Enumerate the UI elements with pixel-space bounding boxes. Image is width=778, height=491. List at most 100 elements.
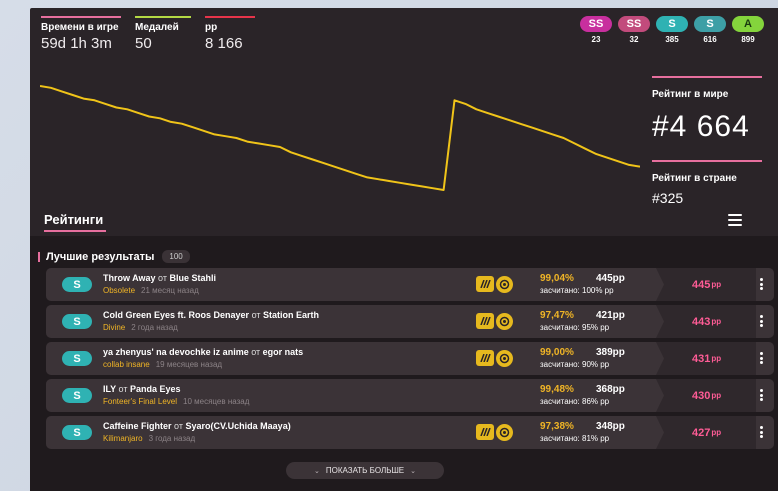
mod-hidden-icon: [476, 350, 494, 366]
more-options-icon[interactable]: [760, 426, 763, 438]
grade-sh: S 385: [656, 16, 688, 44]
score-accuracy: 99,48% 368pp засчитано: 86% pp: [540, 384, 650, 406]
rank-country: Рейтинг в стране #325: [652, 160, 762, 206]
mod-double-time-icon: [496, 276, 513, 293]
rank-world-value: #4 664: [652, 110, 750, 143]
grade-ss: SS 32: [618, 16, 650, 44]
raw-pp: 445pp: [596, 273, 625, 284]
show-more-button[interactable]: ⌄ ПОКАЗАТЬ БОЛЬШЕ ⌄: [286, 462, 444, 479]
beatmap-title[interactable]: Cold Green Eyes ft. Roos Denayer: [103, 310, 249, 320]
accuracy-value: 97,38%: [540, 421, 574, 432]
score-accuracy: 97,38% 348pp засчитано: 81% pp: [540, 421, 650, 443]
best-scores-header: Лучшие результаты 100: [38, 250, 190, 263]
grade-count: 899: [741, 35, 755, 44]
score-info: Cold Green Eyes ft. Roos Denayer от Stat…: [103, 310, 319, 332]
score-accuracy: 97,47% 421pp засчитано: 95% pp: [540, 310, 650, 332]
pp-unit: pp: [711, 317, 722, 326]
weighted-pp: 445 pp: [656, 268, 756, 301]
score-grade-badge: S: [62, 351, 92, 366]
mod-hidden-icon: [476, 276, 494, 292]
weighted-pp: 430 pp: [656, 379, 756, 412]
grade-count: 32: [629, 35, 639, 44]
score-info: Caffeine Fighter от Syaro(CV.Uchida Maay…: [103, 421, 291, 443]
stat-bar: [41, 16, 121, 18]
accuracy-value: 99,04%: [540, 273, 574, 284]
beatmap-title[interactable]: Throw Away: [103, 273, 156, 283]
pp-unit: pp: [711, 354, 722, 363]
grade-badge: SS: [580, 16, 612, 32]
weighted-pp: 431 pp: [656, 342, 756, 375]
mod-double-time-icon: [496, 424, 513, 441]
mods: [476, 350, 513, 367]
grade-count: 385: [665, 35, 679, 44]
score-grade-badge: S: [62, 425, 92, 440]
score-grade-badge: S: [62, 388, 92, 403]
stat-medals: Медалей 50: [135, 16, 191, 52]
beatmap-title[interactable]: ILY: [103, 384, 116, 394]
by-label: от: [174, 421, 183, 431]
more-options-icon[interactable]: [760, 278, 763, 290]
score-grade-badge: S: [62, 314, 92, 329]
score-info: Throw Away от Blue Stahli Obsolete 21 мес…: [103, 273, 216, 295]
score-time-ago: 3 года назад: [148, 434, 196, 443]
stat-value: 8 166: [205, 35, 243, 52]
mod-hidden-icon: [476, 313, 494, 329]
score-time-ago: 10 месяцев назад: [183, 397, 250, 406]
profile-stats: Времени в игре 59d 1h 3m Медалей 50 pp 8…: [41, 16, 255, 52]
show-more-label: ПОКАЗАТЬ БОЛЬШЕ: [325, 466, 405, 475]
score-row[interactable]: S Cold Green Eyes ft. Roos Denayer от St…: [46, 305, 774, 338]
pp-unit: pp: [711, 391, 722, 400]
mod-double-time-icon: [496, 350, 513, 367]
weighted-text: засчитано: 86% pp: [540, 397, 610, 406]
rank-history-line: [40, 85, 640, 191]
score-time-ago: 21 месяц назад: [141, 286, 199, 295]
menu-icon[interactable]: [728, 214, 742, 226]
grade-badge: S: [694, 16, 726, 32]
rank-country-value: #325: [652, 190, 684, 206]
rank-country-bar: [652, 160, 762, 162]
score-time-ago: 19 месяцев назад: [155, 360, 223, 369]
mods: [476, 313, 513, 330]
beatmap-artist: egor nats: [262, 347, 304, 357]
by-label: от: [118, 384, 128, 394]
mod-hidden-icon: [476, 424, 494, 440]
chevron-down-icon: ⌄: [410, 467, 416, 475]
grade-badge: A: [732, 16, 764, 32]
pp-value: 445: [692, 278, 711, 291]
score-info: ILY от Panda Eyes Fonteer's Final Level 1…: [103, 384, 249, 406]
stat-value: 50: [135, 35, 152, 52]
by-label: от: [158, 273, 167, 283]
section-marker: [38, 251, 40, 262]
grade-counts: SS 23 SS 32 S 385 S 616 A 899: [580, 16, 764, 44]
best-scores-list: S Throw Away от Blue Stahli Obsolete 21 м…: [46, 268, 774, 453]
score-row[interactable]: S Caffeine Fighter от Syaro(CV.Uchida Ma…: [46, 416, 774, 449]
more-options-icon[interactable]: [760, 389, 763, 401]
difficulty-name: Fonteer's Final Level: [103, 397, 178, 406]
score-row[interactable]: S ya zhenyus' na devochke iz anime от eg…: [46, 342, 774, 375]
beatmap-artist: Panda Eyes: [129, 384, 181, 394]
accuracy-value: 97,47%: [540, 310, 574, 321]
score-grade-badge: S: [62, 277, 92, 292]
tab-rankings[interactable]: Рейтинги: [44, 212, 103, 227]
best-scores-count: 100: [162, 250, 190, 263]
more-options-icon[interactable]: [760, 352, 763, 364]
stat-bar: [205, 16, 255, 18]
accuracy-value: 99,48%: [540, 384, 574, 395]
more-options-icon[interactable]: [760, 315, 763, 327]
grade-s: S 616: [694, 16, 726, 44]
stat-label: Времени в игре: [41, 22, 119, 33]
stat-label: Медалей: [135, 22, 179, 33]
rank-country-label: Рейтинг в стране: [652, 173, 737, 184]
grade-badge: S: [656, 16, 688, 32]
difficulty-name: Divine: [103, 323, 126, 332]
score-row[interactable]: S ILY от Panda Eyes Fonteer's Final Leve…: [46, 379, 774, 412]
beatmap-title[interactable]: ya zhenyus' na devochke iz anime: [103, 347, 249, 357]
stat-label: pp: [205, 22, 218, 33]
mods: [476, 276, 513, 293]
difficulty-name: collab insane: [103, 360, 150, 369]
score-row[interactable]: S Throw Away от Blue Stahli Obsolete 21 м…: [46, 268, 774, 301]
rank-history-graph: [40, 85, 640, 191]
weighted-pp: 443 pp: [656, 305, 756, 338]
beatmap-title[interactable]: Caffeine Fighter: [103, 421, 172, 431]
raw-pp: 421pp: [596, 310, 625, 321]
